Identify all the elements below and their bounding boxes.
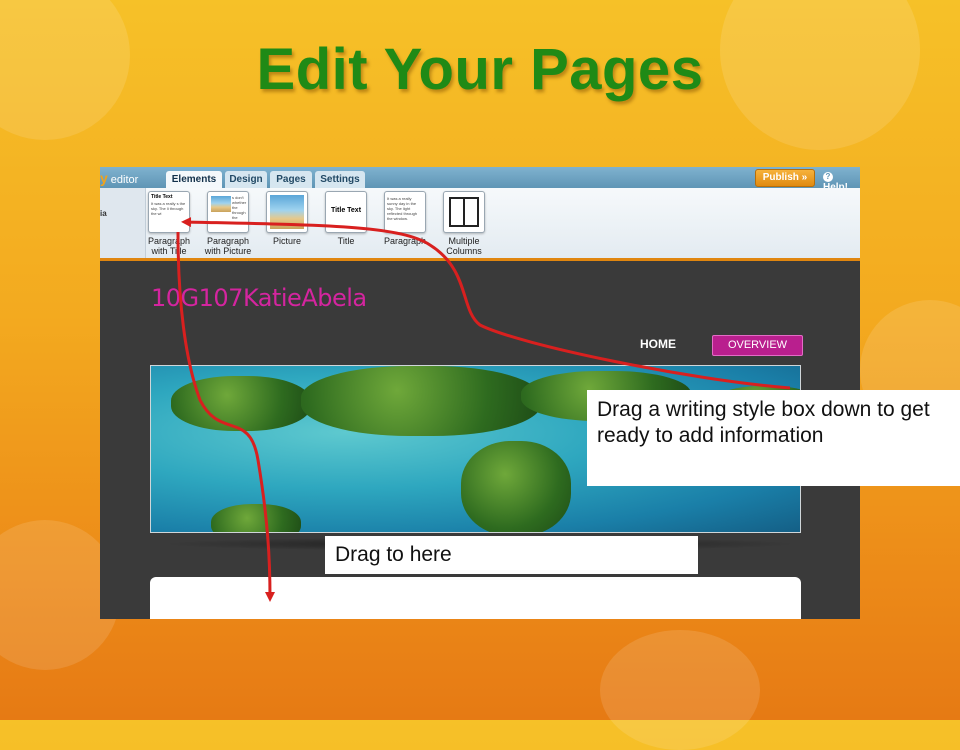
tool-multiple-columns[interactable]: Multiple Columns [434, 191, 494, 256]
tool-title[interactable]: Title Text Title [316, 191, 376, 246]
thumb-title: Title Text [151, 194, 173, 200]
tool-label: Picture [272, 236, 301, 246]
tool-label: with Picture [204, 246, 252, 256]
thumb-title: Title Text [330, 207, 362, 214]
title-icon: Title Text [325, 191, 367, 233]
tab-settings[interactable]: Settings [315, 171, 365, 188]
island [301, 366, 541, 436]
callout-drag-style: Drag a writing style box down to get rea… [587, 390, 960, 486]
tool-paragraph-with-title[interactable]: Title Text It was a really s the sky. Th… [139, 191, 199, 256]
columns-glyph [449, 197, 479, 227]
tool-label: Paragraph [383, 236, 427, 246]
tab-pages[interactable]: Pages [270, 171, 312, 188]
thumb-picture [211, 196, 231, 212]
thumb-text: It was a really s the sky. The li throug… [151, 201, 186, 216]
tab-design[interactable]: Design [225, 171, 267, 188]
tool-paragraph[interactable]: It was a really sunny day in the sky. Th… [375, 191, 435, 246]
picture-icon [266, 191, 308, 233]
editor-topbar: y editor Elements Design Pages Settings P… [100, 167, 860, 193]
content-drop-area[interactable] [150, 577, 801, 619]
tool-label: Paragraph [206, 236, 250, 246]
tool-label: Paragraph [147, 236, 191, 246]
paragraph-icon: It was a really sunny day in the sky. Th… [384, 191, 426, 233]
thumb-text: It was a really sunny day in the sky. Th… [387, 196, 418, 221]
island [461, 441, 571, 532]
nav-overview[interactable]: OVERVIEW [712, 335, 803, 356]
editor-brand: y editor [100, 170, 138, 186]
tool-label: Title [337, 236, 355, 246]
island [171, 376, 311, 431]
left-panel-text: ia [100, 209, 107, 218]
thumb-picture [270, 195, 304, 229]
thumb-text: s don't whether the through the [232, 195, 247, 220]
publish-button[interactable]: Publish » [755, 169, 815, 187]
paragraph-with-title-icon: Title Text It was a really s the sky. Th… [148, 191, 190, 233]
elements-toolbar: ia Title Text It was a really s the sky.… [100, 188, 860, 261]
brand-logo: y [100, 170, 108, 186]
background-flower [600, 630, 760, 750]
site-title[interactable]: 10G107KatieAbela [151, 284, 367, 312]
tool-label: Multiple [448, 236, 480, 246]
multiple-columns-icon [443, 191, 485, 233]
callout-drag-here: Drag to here [325, 536, 698, 574]
slide-title: Edit Your Pages [256, 37, 704, 102]
tool-label: Columns [446, 246, 482, 256]
nav-home[interactable]: HOME [640, 337, 676, 351]
help-icon: ? [823, 172, 833, 182]
tab-elements[interactable]: Elements [166, 171, 222, 188]
paragraph-with-picture-icon: s don't whether the through the [207, 191, 249, 233]
tool-label: with Title [151, 246, 187, 256]
brand-label: editor [110, 174, 139, 186]
island [211, 504, 301, 532]
tool-picture[interactable]: Picture [257, 191, 317, 246]
tool-paragraph-with-picture[interactable]: s don't whether the through the Paragrap… [198, 191, 258, 256]
